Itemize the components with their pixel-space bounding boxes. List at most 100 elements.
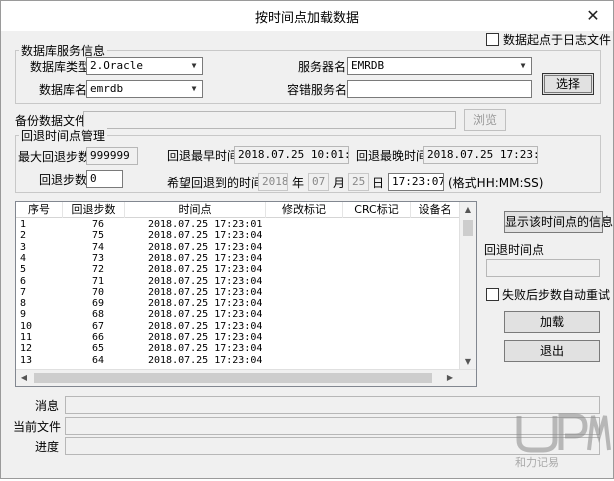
table-cell: 2018.07.25 17:23:04 bbox=[148, 230, 263, 242]
select-button[interactable]: 选择 bbox=[542, 73, 594, 95]
table-row[interactable]: 5 72 2018.07.25 17:23:04 bbox=[16, 264, 460, 275]
column-header[interactable]: 时间点 bbox=[125, 202, 266, 218]
column-header[interactable]: 设备名 bbox=[411, 202, 460, 218]
table-row[interactable]: 6 71 2018.07.25 17:23:04 bbox=[16, 276, 460, 287]
table-cell: 2 bbox=[20, 230, 27, 242]
browse-button[interactable]: 浏览 bbox=[464, 109, 506, 131]
table-cell: 71 bbox=[92, 275, 105, 287]
column-header[interactable]: CRC标记 bbox=[343, 202, 411, 218]
table-cell: 9 bbox=[20, 309, 27, 321]
rollback-point-list[interactable]: 序号 回退步数 时间点 修改标记 CRC标记 设备名 1 76 2018.07.25… bbox=[15, 201, 477, 387]
dr-service-input[interactable] bbox=[347, 80, 532, 98]
log-start-checkbox[interactable] bbox=[486, 33, 499, 46]
log-start-label: 数据起点于日志文件 bbox=[503, 33, 612, 47]
load-button[interactable]: 加载 bbox=[504, 311, 600, 333]
db-name-select[interactable]: emrdb ▼ bbox=[86, 80, 203, 98]
show-info-button[interactable]: 显示该时间点的信息 bbox=[504, 211, 613, 233]
time-input[interactable]: 17:23:07 bbox=[388, 173, 444, 191]
column-header[interactable]: 修改标记 bbox=[266, 202, 343, 218]
column-header[interactable]: 回退步数 bbox=[63, 202, 125, 218]
table-cell: 2018.07.25 17:23:04 bbox=[148, 332, 263, 343]
watermark-logo: 和力记易 bbox=[513, 410, 611, 478]
scroll-up-icon[interactable]: ▲ bbox=[460, 202, 476, 218]
db-type-value: 2.Oracle bbox=[90, 59, 143, 72]
year-unit: 年 bbox=[292, 176, 305, 190]
table-cell: 1 bbox=[20, 219, 27, 230]
table-row[interactable]: 8 69 2018.07.25 17:23:04 bbox=[16, 298, 460, 309]
month-input[interactable]: 07 bbox=[308, 173, 329, 191]
column-header[interactable]: 序号 bbox=[16, 202, 63, 218]
day-unit: 日 bbox=[372, 176, 385, 190]
table-row[interactable]: 3 74 2018.07.25 17:23:04 bbox=[16, 242, 460, 253]
db-type-select[interactable]: 2.Oracle ▼ bbox=[86, 57, 203, 75]
exit-button[interactable]: 退出 bbox=[504, 340, 600, 362]
table-row[interactable]: 4 73 2018.07.25 17:23:04 bbox=[16, 253, 460, 264]
table-row[interactable]: 10 67 2018.07.25 17:23:04 bbox=[16, 321, 460, 332]
vertical-scrollbar[interactable]: ▲ ▼ bbox=[459, 202, 476, 370]
table-cell: 64 bbox=[92, 354, 105, 366]
table-cell: 66 bbox=[92, 332, 105, 343]
db-name-value: emrdb bbox=[90, 82, 124, 95]
scroll-right-icon[interactable]: ▶ bbox=[442, 370, 458, 386]
table-cell: 11 bbox=[20, 332, 33, 343]
format-hint: (格式HH:MM:SS) bbox=[448, 176, 544, 190]
table-row[interactable]: 11 66 2018.07.25 17:23:04 bbox=[16, 332, 460, 343]
table-cell: 74 bbox=[92, 241, 105, 253]
scroll-thumb[interactable] bbox=[34, 373, 432, 383]
table-cell: 2018.07.25 17:23:04 bbox=[148, 298, 263, 310]
max-steps-field: 999999 bbox=[86, 147, 138, 165]
table-row[interactable]: 1 76 2018.07.25 17:23:01 bbox=[16, 219, 460, 230]
table-row[interactable]: 13 64 2018.07.25 17:23:04 bbox=[16, 355, 460, 366]
earliest-time-label: 回退最早时间 bbox=[167, 149, 240, 163]
table-cell: 65 bbox=[92, 343, 105, 355]
table-cell: 2018.07.25 17:23:04 bbox=[148, 264, 263, 276]
auto-retry-label: 失败后步数自动重试 bbox=[502, 288, 611, 302]
latest-time-label: 回退最晚时间 bbox=[356, 149, 429, 163]
day-input[interactable]: 25 bbox=[348, 173, 369, 191]
backup-file-input[interactable] bbox=[83, 111, 456, 129]
table-cell: 2018.07.25 17:23:04 bbox=[148, 343, 263, 355]
watermark-text: 和力记易 bbox=[515, 456, 559, 469]
table-cell: 2018.07.25 17:23:04 bbox=[148, 309, 263, 321]
table-cell: 72 bbox=[92, 264, 105, 276]
chevron-down-icon: ▼ bbox=[520, 61, 526, 70]
db-type-label: 数据库类型 bbox=[30, 60, 91, 74]
table-cell: 76 bbox=[92, 219, 105, 230]
scroll-thumb[interactable] bbox=[463, 220, 473, 236]
table-row[interactable]: 12 65 2018.07.25 17:23:04 bbox=[16, 343, 460, 354]
auto-retry-checkbox[interactable] bbox=[486, 288, 499, 301]
horizontal-scrollbar[interactable]: ◀ ▶ bbox=[16, 369, 476, 386]
table-cell: 67 bbox=[92, 320, 105, 332]
window-title: 按时间点加载数据 bbox=[254, 11, 359, 26]
message-label: 消息 bbox=[35, 399, 60, 413]
latest-time-field: 2018.07.25 17:23:07 bbox=[423, 146, 538, 164]
table-cell: 6 bbox=[20, 275, 27, 287]
steps-label: 回退步数 bbox=[39, 173, 88, 187]
table-cell: 2018.07.25 17:23:04 bbox=[148, 286, 263, 298]
server-select[interactable]: EMRDB ▼ bbox=[347, 57, 532, 75]
scroll-left-icon[interactable]: ◀ bbox=[16, 370, 32, 386]
close-icon[interactable]: ✕ bbox=[583, 6, 603, 26]
table-cell: 2018.07.25 17:23:01 bbox=[148, 219, 263, 230]
table-cell: 7 bbox=[20, 286, 27, 298]
max-steps-label: 最大回退步数 bbox=[18, 150, 91, 164]
db-name-label: 数据库名 bbox=[39, 83, 88, 97]
year-input[interactable]: 2018 bbox=[258, 173, 288, 191]
table-row[interactable]: 7 70 2018.07.25 17:23:04 bbox=[16, 287, 460, 298]
scroll-down-icon[interactable]: ▼ bbox=[460, 354, 476, 370]
month-unit: 月 bbox=[333, 176, 346, 190]
table-cell: 12 bbox=[20, 343, 33, 355]
table-row[interactable]: 2 75 2018.07.25 17:23:04 bbox=[16, 230, 460, 241]
dr-service-label: 容错服务名 bbox=[287, 83, 348, 97]
table-cell: 2018.07.25 17:23:04 bbox=[148, 275, 263, 287]
list-header: 序号 回退步数 时间点 修改标记 CRC标记 设备名 bbox=[16, 202, 460, 218]
progress-label: 进度 bbox=[35, 440, 60, 454]
table-cell: 2018.07.25 17:23:04 bbox=[148, 354, 263, 366]
table-row[interactable]: 9 68 2018.07.25 17:23:04 bbox=[16, 309, 460, 320]
table-cell: 70 bbox=[92, 286, 105, 298]
table-cell: 13 bbox=[20, 354, 33, 366]
table-cell: 5 bbox=[20, 264, 27, 276]
table-cell: 75 bbox=[92, 230, 105, 242]
steps-input[interactable]: 0 bbox=[86, 170, 123, 188]
table-cell: 68 bbox=[92, 309, 105, 321]
